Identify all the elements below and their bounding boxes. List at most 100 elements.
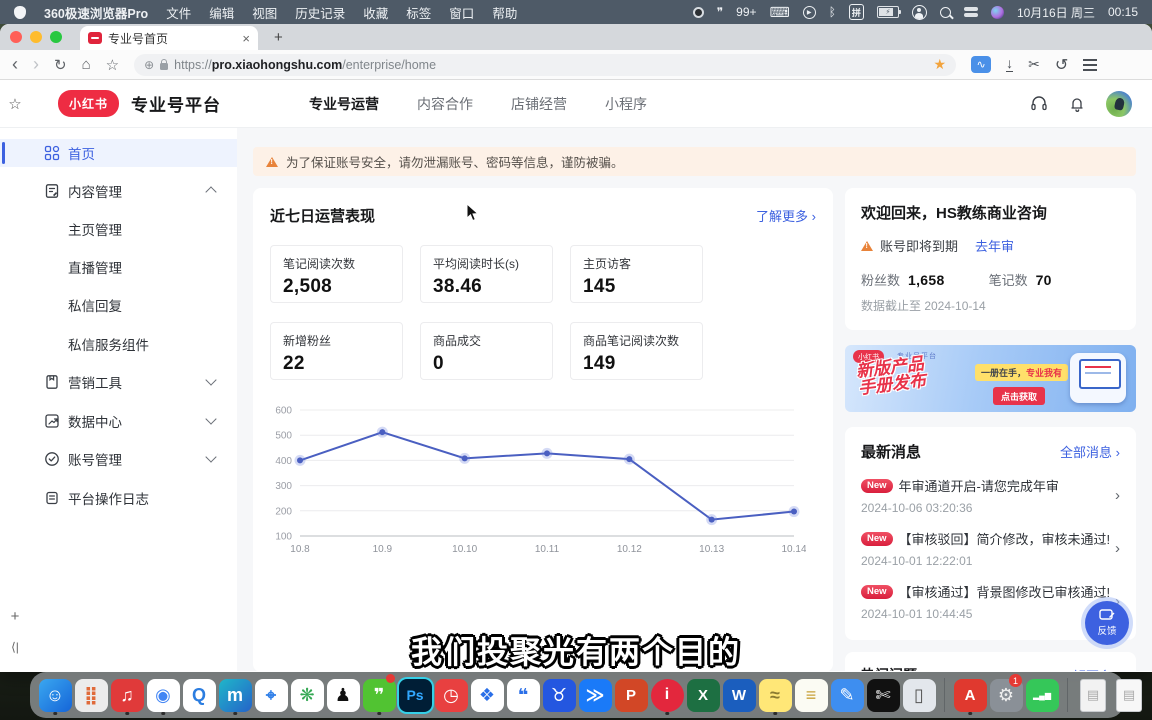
new-tab-button[interactable]: + bbox=[274, 29, 283, 46]
dock-pomodoro-clock[interactable]: ◷ bbox=[434, 675, 468, 715]
add-bookmark-strip-button[interactable]: + bbox=[0, 608, 30, 625]
dock-word[interactable]: W bbox=[722, 675, 756, 715]
favorite-star-icon[interactable]: ★ bbox=[934, 56, 947, 73]
nav-content-coop[interactable]: 内容合作 bbox=[417, 94, 473, 114]
stat-avg-read-time[interactable]: 平均阅读时长(s)38.46 bbox=[420, 245, 553, 303]
dock-qq-browser[interactable]: Q bbox=[182, 675, 216, 715]
nav-operation[interactable]: 专业号运营 bbox=[309, 94, 379, 114]
sidebar-item-dm-service-widget[interactable]: 私信服务组件 bbox=[0, 330, 237, 358]
sidebar-item-live-management[interactable]: 直播管理 bbox=[0, 253, 237, 281]
dock-red-a-app[interactable]: A bbox=[953, 675, 987, 715]
menu-app-name[interactable]: 360极速浏览器Pro bbox=[44, 3, 148, 22]
dock-excel[interactable]: X bbox=[686, 675, 720, 715]
forward-button[interactable]: › bbox=[33, 54, 39, 75]
menu-item-history[interactable]: 历史记录 bbox=[295, 3, 345, 22]
media-play-icon[interactable]: ▶ bbox=[803, 6, 816, 19]
home-button[interactable]: ⌂ bbox=[82, 56, 91, 73]
security-shield-icon[interactable]: ⊕ bbox=[144, 58, 154, 72]
menu-item-tabs[interactable]: 标签 bbox=[406, 3, 431, 22]
stat-note-reads[interactable]: 笔记阅读次数2,508 bbox=[270, 245, 403, 303]
dock-maxthon[interactable]: m bbox=[218, 675, 252, 715]
dock-finder[interactable]: ☺ bbox=[38, 675, 72, 715]
sidebar-item-platform-log[interactable]: 平台操作日志 bbox=[0, 484, 237, 512]
promo-banner[interactable]: 小红书 专业号平台 新版产品 手册发布 一册在手，专业我有 点击获取 bbox=[845, 345, 1136, 412]
dock-pencil-app[interactable]: ✎ bbox=[830, 675, 864, 715]
address-bar[interactable]: ⊕ https://pro.xiaohongshu.com/enterprise… bbox=[134, 54, 956, 76]
zoom-window-button[interactable] bbox=[50, 31, 62, 43]
control-center-icon[interactable] bbox=[964, 7, 978, 17]
tab-close-icon[interactable]: × bbox=[242, 31, 250, 46]
back-button[interactable]: ‹ bbox=[12, 54, 18, 75]
performance-more-link[interactable]: 了解更多 › bbox=[756, 206, 816, 225]
menu-item-window[interactable]: 窗口 bbox=[449, 3, 474, 22]
dock-iphone-mirroring[interactable]: ▯ bbox=[902, 675, 936, 715]
all-messages-link[interactable]: 全部消息 › bbox=[1060, 442, 1120, 461]
user-avatar[interactable] bbox=[1106, 91, 1132, 117]
dock-capcut[interactable]: ✄ bbox=[866, 675, 900, 715]
dock-sticky-notes[interactable]: ≈ bbox=[758, 675, 792, 715]
dock-trash[interactable] bbox=[1148, 675, 1152, 715]
dock-chrome[interactable]: ◉ bbox=[146, 675, 180, 715]
stat-product-note-reads[interactable]: 商品笔记阅读次数149 bbox=[570, 322, 703, 380]
spotlight-search-icon[interactable] bbox=[940, 7, 951, 18]
message-row[interactable]: New【审核驳回】简介修改，审核未通过! 2024-10-01 12:22:01… bbox=[861, 529, 1120, 568]
dock-notes[interactable]: ≡ bbox=[794, 675, 828, 715]
dock-iqiyi[interactable]: i bbox=[650, 675, 684, 715]
browser-menu-button[interactable] bbox=[1083, 64, 1097, 66]
user-account-icon[interactable] bbox=[912, 5, 927, 20]
dock-netease-music[interactable]: ♫ bbox=[110, 675, 144, 715]
minimize-window-button[interactable] bbox=[30, 31, 42, 43]
sidebar-item-dm-reply[interactable]: 私信回复 bbox=[0, 291, 237, 319]
bookmark-sidebar-star-icon[interactable]: ☆ bbox=[0, 95, 30, 113]
go-annual-review-link[interactable]: 去年审 bbox=[975, 236, 1014, 255]
undo-button[interactable]: ↺ bbox=[1055, 55, 1068, 75]
chevron-right-icon[interactable]: › bbox=[1115, 487, 1120, 504]
message-row[interactable]: New年审通道开启-请您完成年审 2024-10-06 03:20:36 › bbox=[861, 476, 1120, 515]
sidebar-item-content-management[interactable]: 内容管理 bbox=[0, 177, 237, 205]
sidebar-item-account-management[interactable]: 账号管理 bbox=[0, 445, 237, 473]
download-button[interactable]: ↓ bbox=[1006, 58, 1013, 72]
close-window-button[interactable] bbox=[10, 31, 22, 43]
menubar-time[interactable]: 00:15 bbox=[1108, 5, 1138, 19]
stat-product-deals[interactable]: 商品成交0 bbox=[420, 322, 553, 380]
keyboard-icon[interactable]: ⌨ bbox=[770, 4, 790, 21]
customer-service-icon[interactable] bbox=[1030, 95, 1048, 113]
nav-miniprogram[interactable]: 小程序 bbox=[605, 94, 647, 114]
siri-icon[interactable] bbox=[991, 6, 1004, 19]
menu-item-help[interactable]: 帮助 bbox=[492, 3, 517, 22]
dock-chat-app[interactable]: ❝ bbox=[506, 675, 540, 715]
browser-tab[interactable]: 专业号首页 × bbox=[80, 26, 258, 50]
reload-button[interactable]: ↻ bbox=[54, 56, 67, 74]
wechat-status-icon[interactable]: ❞ bbox=[717, 5, 723, 19]
input-method-icon[interactable]: 拼 bbox=[849, 4, 864, 20]
menu-item-edit[interactable]: 编辑 bbox=[209, 3, 234, 22]
menubar-date[interactable]: 10月16日 周三 bbox=[1017, 4, 1095, 21]
apple-menu-icon[interactable] bbox=[14, 6, 26, 19]
stat-new-fans[interactable]: 新增粉丝22 bbox=[270, 322, 403, 380]
notification-bell-icon[interactable] bbox=[1068, 95, 1086, 113]
dock-qianniu[interactable]: ♉ bbox=[542, 675, 576, 715]
dock-wechat[interactable]: ❞ bbox=[362, 675, 396, 715]
xiaohongshu-logo[interactable]: 小红书 bbox=[58, 90, 119, 117]
menu-item-favorites[interactable]: 收藏 bbox=[363, 3, 388, 22]
menu-item-view[interactable]: 视图 bbox=[252, 3, 277, 22]
menu-item-file[interactable]: 文件 bbox=[166, 3, 191, 22]
battery-icon[interactable]: ⚡ bbox=[877, 6, 899, 18]
stat-homepage-visitors[interactable]: 主页访客145 bbox=[570, 245, 703, 303]
dock-stocks[interactable]: ▂▄▆ bbox=[1025, 675, 1059, 715]
nav-shop[interactable]: 店铺经营 bbox=[511, 94, 567, 114]
chevron-right-icon[interactable]: › bbox=[1115, 540, 1120, 557]
dock-circles-app[interactable]: ❖ bbox=[470, 675, 504, 715]
promo-cta-button[interactable]: 点击获取 bbox=[993, 387, 1045, 405]
trend-line-chart[interactable]: 10020030040050060010.810.910.1010.1110.1… bbox=[266, 400, 806, 560]
dock-photoshop[interactable]: Ps bbox=[398, 675, 432, 715]
dock-safari[interactable]: ⌖ bbox=[254, 675, 288, 715]
sidebar-item-home[interactable]: 首页 bbox=[0, 139, 237, 167]
dock-launchpad[interactable]: ⣿ bbox=[74, 675, 108, 715]
sidebar-item-marketing-tools[interactable]: 营销工具 bbox=[0, 368, 237, 396]
screen-record-icon[interactable] bbox=[693, 7, 704, 18]
dock-qq[interactable]: ♟ bbox=[326, 675, 360, 715]
dock-360-browser[interactable]: ❋ bbox=[290, 675, 324, 715]
bookmark-star-button[interactable]: ☆ bbox=[106, 56, 119, 74]
data-analysis-button[interactable]: ∿ bbox=[971, 56, 991, 73]
